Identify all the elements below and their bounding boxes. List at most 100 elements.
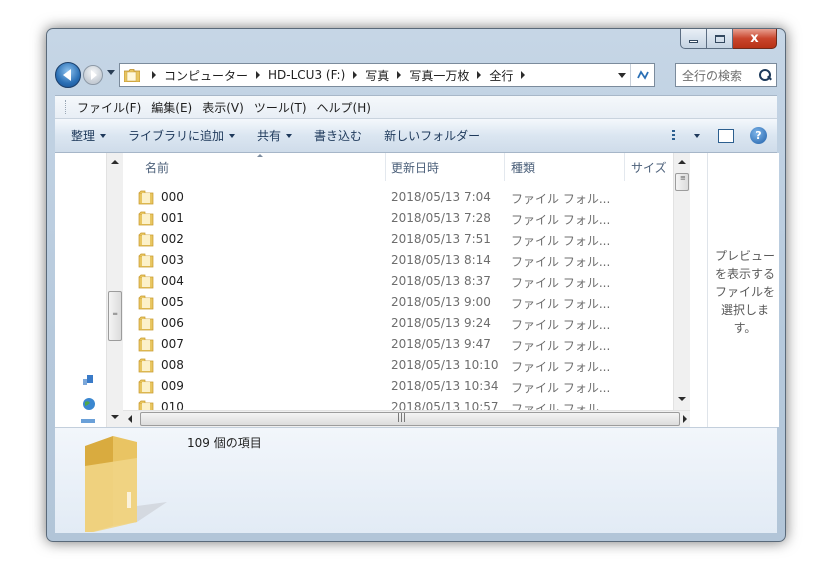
search-input[interactable]: 全行の検索 [682, 67, 742, 84]
file-name: 008 [161, 358, 184, 372]
table-row[interactable]: 006 2018/05/13 9:24 ファイル フォル... [123, 313, 643, 334]
refresh-button[interactable] [630, 64, 654, 86]
table-row[interactable]: 005 2018/05/13 9:00 ファイル フォル... [123, 292, 643, 313]
column-date-header[interactable]: 更新日時 [391, 153, 439, 181]
navigation-scroll-thumb[interactable]: ═ [108, 291, 122, 341]
menu-help[interactable]: ヘルプ(H) [313, 97, 375, 118]
folder-icon [138, 274, 154, 289]
breadcrumb-separator[interactable] [477, 71, 482, 79]
menu-edit[interactable]: 編集(E) [147, 97, 196, 118]
folder-icon [138, 253, 154, 268]
preview-message: プレビューを表示するファイルを選択します。 [714, 249, 775, 335]
forward-arrow-icon [91, 70, 97, 80]
file-type: ファイル フォル... [511, 360, 611, 374]
scroll-down-icon[interactable] [111, 415, 119, 419]
breadcrumb-photos-10000[interactable]: 写真一万枚 [409, 67, 469, 84]
menu-view[interactable]: 表示(V) [198, 97, 248, 118]
burn-label: 書き込む [314, 129, 363, 143]
navigation-scrollbar[interactable]: ═ [106, 153, 123, 427]
scroll-up-icon[interactable] [678, 160, 686, 164]
recent-pages-dropdown[interactable] [107, 70, 115, 75]
organize-button[interactable]: 整理 [71, 127, 107, 144]
table-row[interactable]: 000 2018/05/13 7:04 ファイル フォル... [123, 187, 643, 208]
breadcrumb-separator[interactable] [353, 71, 358, 79]
file-name: 001 [161, 211, 184, 225]
breadcrumb-separator[interactable] [152, 71, 156, 79]
minimize-button[interactable] [680, 29, 707, 49]
preview-pane: プレビューを表示するファイルを選択します。 [707, 153, 779, 427]
maximize-button[interactable] [707, 29, 733, 49]
item-count: 109 個の項目 [187, 436, 262, 450]
file-type: ファイル フォル... [511, 339, 611, 353]
scroll-right-icon[interactable] [683, 415, 687, 423]
file-list: 名前 更新日時 種類 サイズ 000 2018/05/13 7:04 ファイル フォ… [123, 153, 690, 427]
search-box[interactable]: 全行の検索 [675, 63, 777, 87]
table-row[interactable]: 004 2018/05/13 8:37 ファイル フォル... [123, 271, 643, 292]
table-row[interactable]: 002 2018/05/13 7:51 ファイル フォル... [123, 229, 643, 250]
folder-icon [138, 211, 154, 226]
network-icon[interactable] [82, 375, 96, 387]
scroll-left-icon[interactable] [128, 415, 132, 423]
close-button[interactable]: x [733, 29, 777, 49]
column-name-header[interactable]: 名前 [145, 153, 169, 181]
burn-button[interactable]: 書き込む [314, 127, 362, 144]
close-icon: x [750, 31, 759, 46]
menu-file[interactable]: ファイル(F) [73, 97, 145, 118]
new-folder-button[interactable]: 新しいフォルダー [384, 127, 480, 144]
file-name: 006 [161, 316, 184, 330]
breadcrumb-separator[interactable] [256, 71, 261, 79]
scroll-down-icon[interactable] [678, 397, 686, 401]
chevron-down-icon [229, 133, 236, 138]
table-row[interactable]: 001 2018/05/13 7:28 ファイル フォル... [123, 208, 643, 229]
add-to-library-button[interactable]: ライブラリに追加 [128, 127, 236, 144]
share-label: 共有 [257, 129, 282, 143]
file-type: ファイル フォル... [511, 192, 611, 206]
table-row[interactable]: 009 2018/05/13 10:34 ファイル フォル... [123, 376, 643, 397]
help-icon[interactable]: ? [750, 127, 767, 144]
column-size-header[interactable]: サイズ [631, 153, 667, 181]
breadcrumb-photos[interactable]: 写真 [365, 67, 389, 84]
menu-grip [65, 100, 67, 114]
file-name: 009 [161, 379, 184, 393]
address-history-dropdown[interactable] [618, 73, 626, 78]
breadcrumb-computer[interactable]: コンピューター [164, 67, 248, 84]
file-list-scrollbar[interactable]: ≡ [673, 153, 690, 410]
address-row: コンピューター HD-LCU3 (F:) 写真 写真一万枚 全行 全行の検索 [55, 61, 777, 89]
address-bar[interactable]: コンピューター HD-LCU3 (F:) 写真 写真一万枚 全行 [119, 63, 655, 87]
scroll-up-icon[interactable] [111, 160, 119, 164]
file-date: 2018/05/13 10:10 [391, 358, 499, 372]
file-type: ファイル フォル... [511, 297, 611, 311]
maximize-icon [714, 34, 725, 43]
file-list-scroll-thumb[interactable]: ≡ [675, 173, 689, 191]
folder-icon [138, 295, 154, 310]
file-type: ファイル フォル... [511, 318, 611, 332]
table-row[interactable]: 007 2018/05/13 9:47 ファイル フォル... [123, 334, 643, 355]
column-type-header[interactable]: 種類 [511, 153, 535, 181]
menu-tools[interactable]: ツール(T) [250, 97, 311, 118]
horizontal-scroll-thumb[interactable]: ||| [140, 412, 680, 426]
drive-icon[interactable] [81, 419, 95, 423]
preview-pane-icon[interactable] [718, 128, 734, 143]
globe-icon[interactable] [82, 397, 96, 411]
breadcrumb-separator[interactable] [521, 71, 526, 79]
forward-button[interactable] [83, 65, 103, 85]
table-row[interactable]: 008 2018/05/13 10:10 ファイル フォル... [123, 355, 643, 376]
folder-icon [138, 190, 154, 205]
horizontal-scrollbar[interactable]: ||| [123, 410, 690, 427]
sort-ascending-icon [257, 154, 263, 157]
view-options-icon[interactable] [672, 130, 686, 141]
breadcrumb-drive[interactable]: HD-LCU3 (F:) [268, 68, 345, 82]
share-button[interactable]: 共有 [257, 127, 293, 144]
chevron-down-icon [694, 133, 700, 138]
folder-icon [85, 436, 167, 532]
breadcrumb-all-rows[interactable]: 全行 [489, 67, 513, 84]
folder-icon [124, 68, 140, 82]
folder-icon [138, 337, 154, 352]
folder-icon [138, 316, 154, 331]
breadcrumb-separator[interactable] [397, 71, 402, 79]
back-button[interactable] [55, 62, 81, 88]
table-row[interactable]: 003 2018/05/13 8:14 ファイル フォル... [123, 250, 643, 271]
file-date: 2018/05/13 7:28 [391, 211, 491, 225]
search-icon[interactable] [758, 68, 772, 82]
view-options-dropdown[interactable] [692, 133, 700, 138]
